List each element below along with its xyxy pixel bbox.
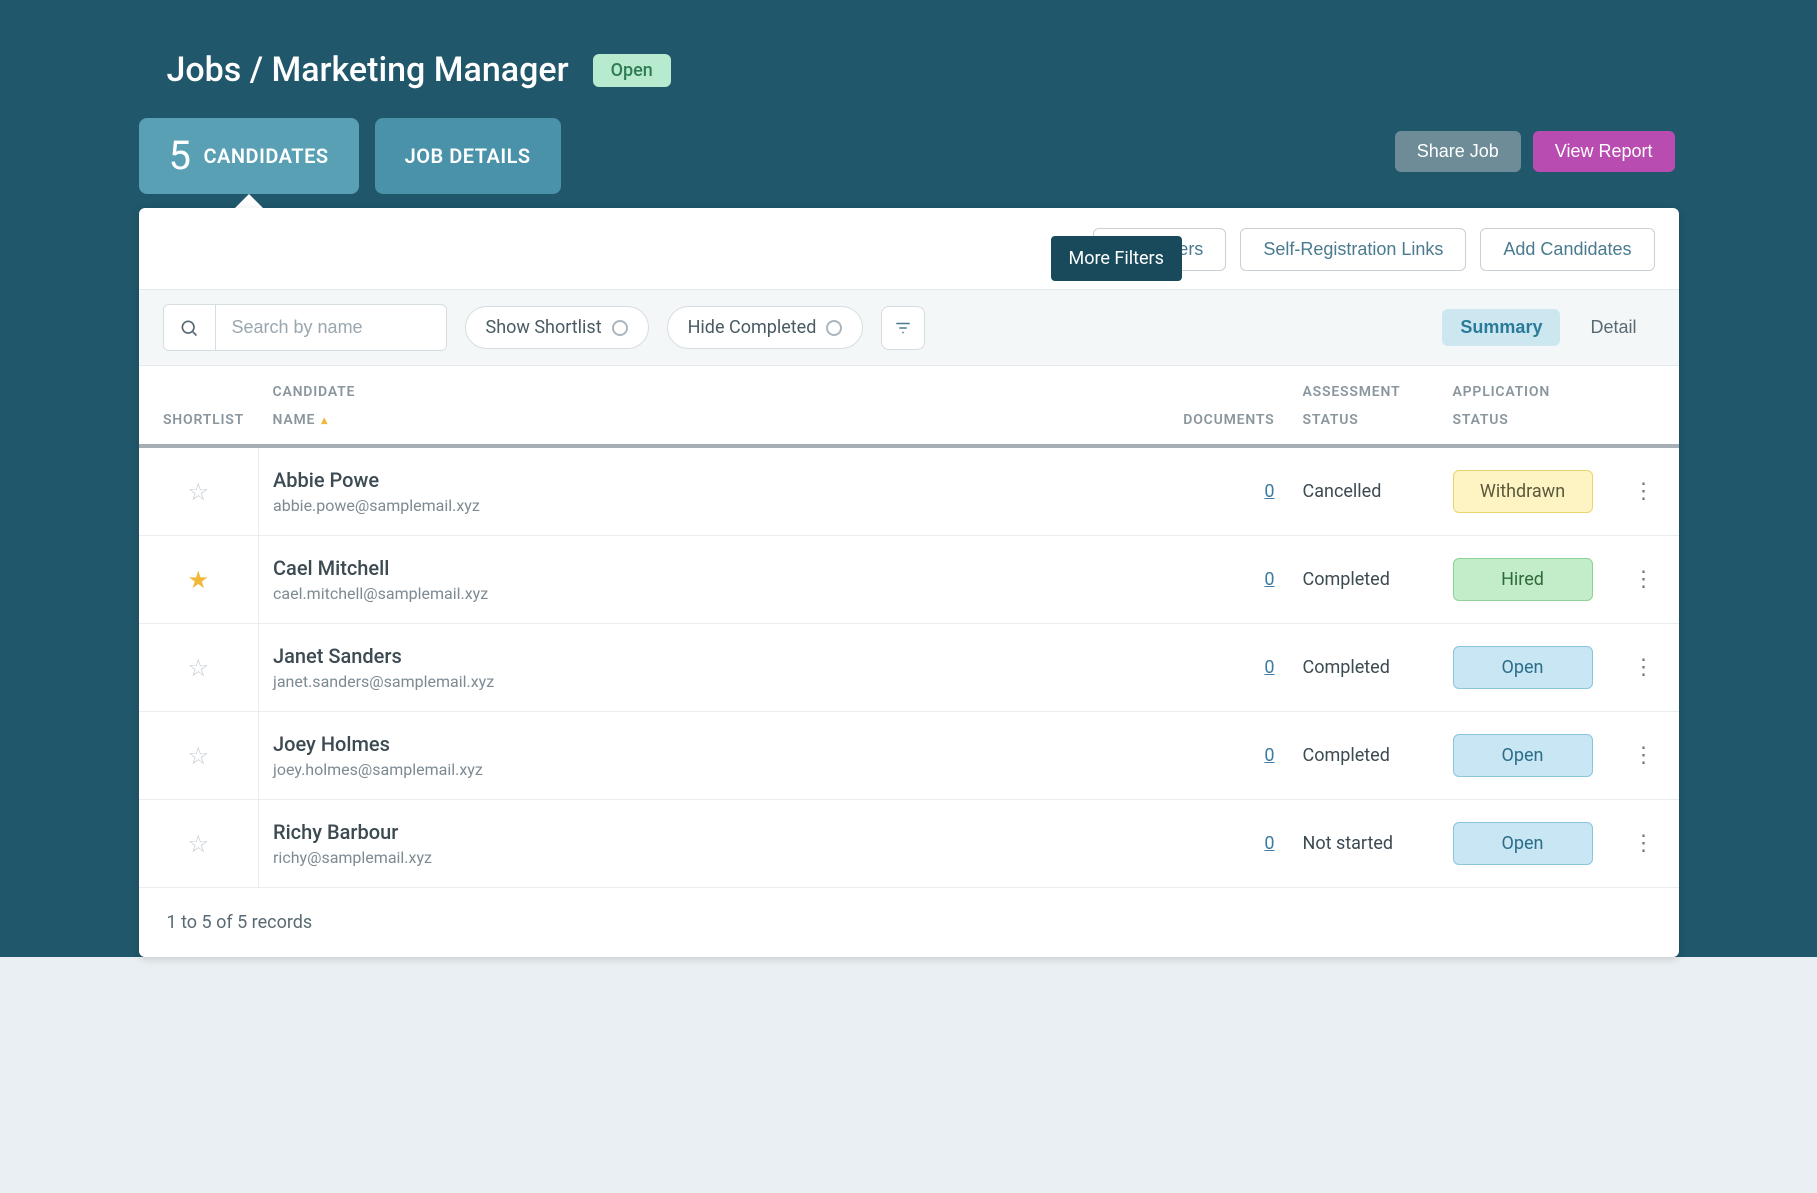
share-job-button[interactable]: Share Job	[1395, 131, 1521, 172]
filter-icon-button[interactable]	[881, 306, 925, 350]
sort-asc-icon: ▴	[321, 413, 328, 427]
candidates-table: SHORTLIST CANDIDATE NAME▴ DOCUMENTS ASSE…	[139, 366, 1679, 888]
shortlist-star-icon[interactable]: ☆	[187, 654, 209, 682]
job-status-badge: Open	[593, 54, 671, 87]
radio-icon	[826, 320, 842, 336]
hide-completed-label: Hide Completed	[688, 317, 817, 338]
tab-job-details-label: JOB DETAILS	[405, 144, 531, 168]
assessment-status: Completed	[1303, 657, 1390, 678]
summary-view-button[interactable]: Summary	[1442, 309, 1560, 346]
assessment-status: Completed	[1303, 745, 1390, 766]
th-documents[interactable]: DOCUMENTS	[1099, 366, 1289, 446]
detail-view-button[interactable]: Detail	[1572, 309, 1654, 346]
shortlist-star-icon[interactable]: ☆	[187, 830, 209, 858]
candidate-email: janet.sanders@samplemail.xyz	[273, 672, 1085, 691]
assessment-status: Completed	[1303, 569, 1390, 590]
tab-candidates-label: CANDIDATES	[203, 144, 328, 168]
table-row: ★ Cael Mitchell cael.mitchell@samplemail.x…	[139, 536, 1679, 624]
th-shortlist[interactable]: SHORTLIST	[139, 366, 259, 446]
application-status-badge[interactable]: Open	[1453, 734, 1593, 777]
application-status-badge[interactable]: Withdrawn	[1453, 470, 1593, 513]
view-report-button[interactable]: View Report	[1533, 131, 1675, 172]
candidates-count: 5	[169, 136, 192, 176]
documents-link[interactable]: 0	[1264, 745, 1274, 766]
shortlist-star-icon[interactable]: ★	[187, 566, 209, 594]
candidate-name[interactable]: Cael Mitchell	[273, 556, 1085, 580]
search-wrapper	[163, 304, 447, 351]
candidate-email: abbie.powe@samplemail.xyz	[273, 496, 1085, 515]
row-menu-button[interactable]: ⋮	[1609, 624, 1679, 712]
candidate-name[interactable]: Janet Sanders	[273, 644, 1085, 668]
th-assessment-status[interactable]: ASSESSMENT STATUS	[1289, 366, 1439, 446]
table-row: ☆ Joey Holmes joey.holmes@samplemail.xyz 0 C…	[139, 712, 1679, 800]
show-shortlist-label: Show Shortlist	[486, 317, 602, 338]
candidate-email: joey.holmes@samplemail.xyz	[273, 760, 1085, 779]
candidate-name[interactable]: Richy Barbour	[273, 820, 1085, 844]
candidate-name[interactable]: Abbie Powe	[273, 468, 1085, 492]
row-menu-button[interactable]: ⋮	[1609, 712, 1679, 800]
application-status-badge[interactable]: Open	[1453, 646, 1593, 689]
candidate-email: cael.mitchell@samplemail.xyz	[273, 584, 1085, 603]
table-row: ☆ Abbie Powe abbie.powe@samplemail.xyz 0 Can…	[139, 446, 1679, 536]
assessment-status: Not started	[1303, 833, 1394, 854]
th-application-status[interactable]: APPLICATION STATUS	[1439, 366, 1609, 446]
hide-completed-toggle[interactable]: Hide Completed	[667, 306, 864, 349]
th-menu	[1609, 366, 1679, 446]
table-row: ☆ Janet Sanders janet.sanders@samplemail.x…	[139, 624, 1679, 712]
th-candidate-name[interactable]: CANDIDATE NAME▴	[259, 366, 1099, 446]
row-menu-button[interactable]: ⋮	[1609, 800, 1679, 888]
candidate-name[interactable]: Joey Holmes	[273, 732, 1085, 756]
documents-link[interactable]: 0	[1264, 833, 1274, 854]
show-shortlist-toggle[interactable]: Show Shortlist	[465, 306, 649, 349]
shortlist-star-icon[interactable]: ☆	[187, 478, 209, 506]
self-registration-links-button[interactable]: Self-Registration Links	[1240, 228, 1466, 271]
tab-candidates[interactable]: 5 CANDIDATES	[139, 118, 359, 194]
radio-icon	[612, 320, 628, 336]
table-row: ☆ Richy Barbour richy@samplemail.xyz 0 Not s…	[139, 800, 1679, 888]
application-status-badge[interactable]: Hired	[1453, 558, 1593, 601]
search-input[interactable]	[216, 305, 446, 350]
tab-job-details[interactable]: JOB DETAILS	[375, 118, 561, 194]
candidate-email: richy@samplemail.xyz	[273, 848, 1085, 867]
breadcrumb[interactable]: Jobs / Marketing Manager	[167, 50, 569, 90]
documents-link[interactable]: 0	[1264, 481, 1274, 502]
documents-link[interactable]: 0	[1264, 657, 1274, 678]
documents-link[interactable]: 0	[1264, 569, 1274, 590]
more-filters-tooltip: More Filters	[1051, 236, 1182, 281]
candidates-panel: More Filters Reminders Self-Registration…	[139, 208, 1679, 957]
row-menu-button[interactable]: ⋮	[1609, 536, 1679, 624]
application-status-badge[interactable]: Open	[1453, 822, 1593, 865]
records-footer: 1 to 5 of 5 records	[139, 888, 1679, 957]
search-icon	[164, 305, 216, 350]
row-menu-button[interactable]: ⋮	[1609, 446, 1679, 536]
assessment-status: Cancelled	[1303, 481, 1382, 502]
add-candidates-button[interactable]: Add Candidates	[1480, 228, 1654, 271]
shortlist-star-icon[interactable]: ☆	[187, 742, 209, 770]
